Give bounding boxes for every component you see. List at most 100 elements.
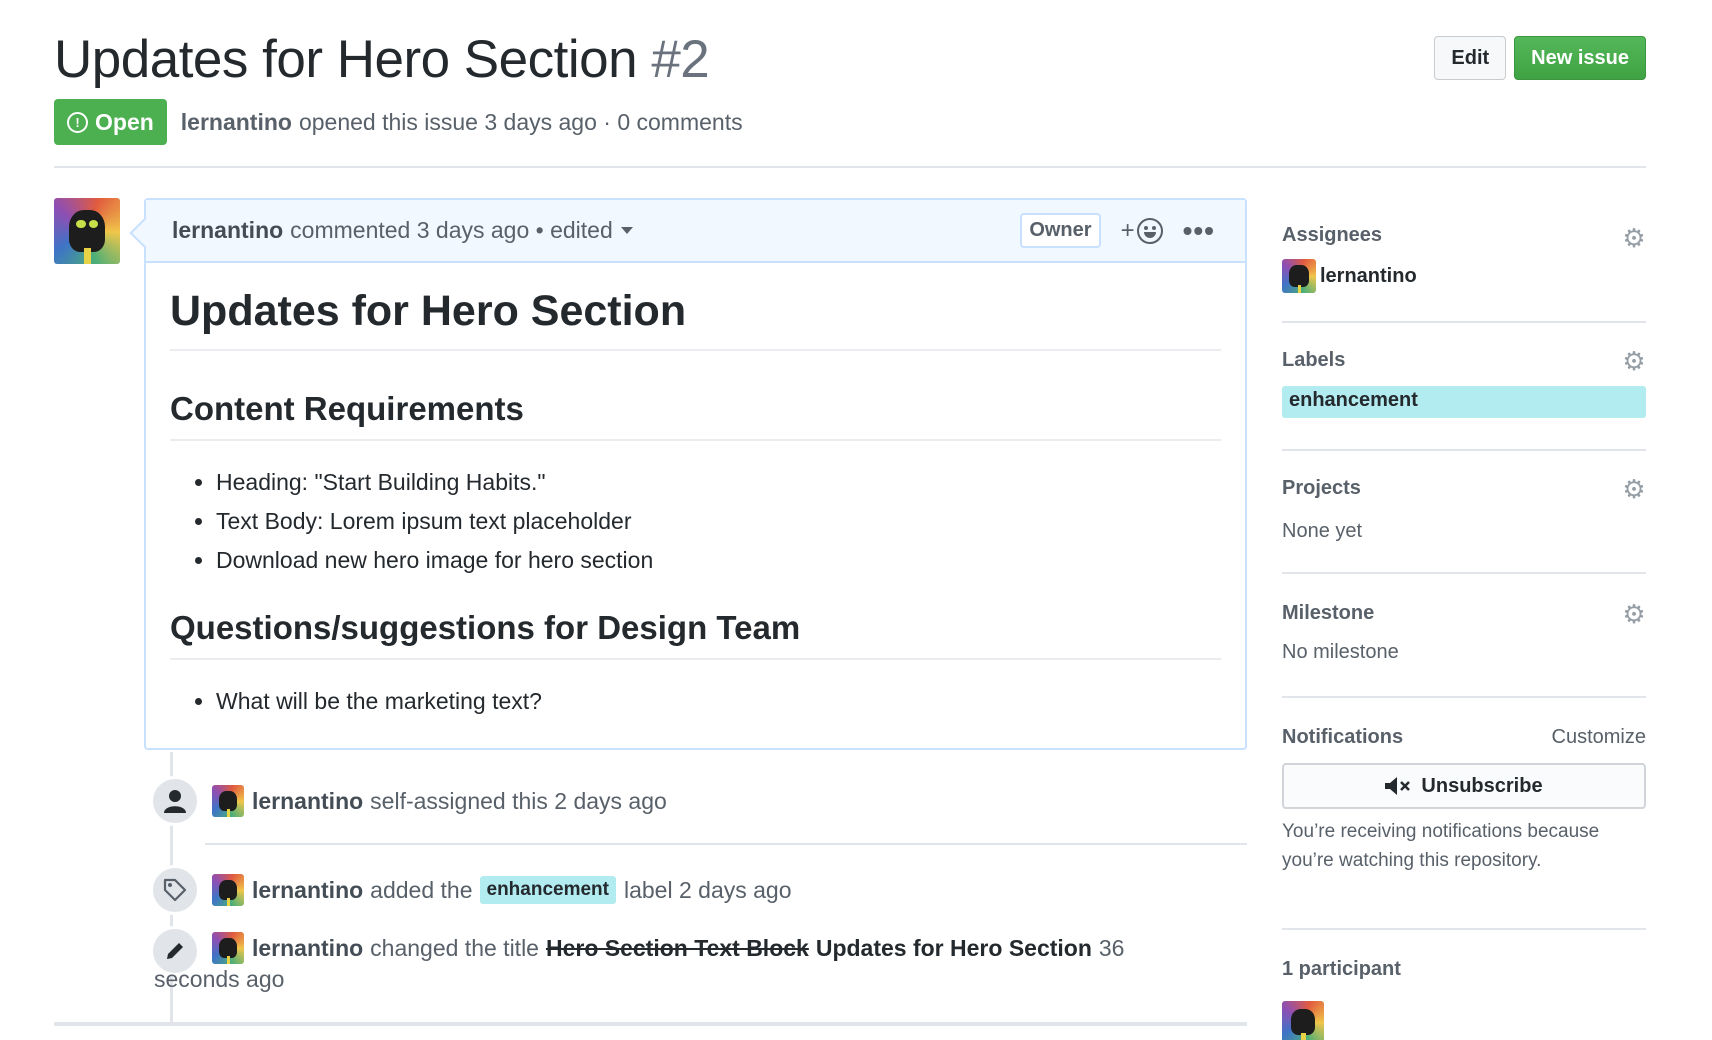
comment-header-actions: Owner + •••	[1020, 213, 1215, 248]
issue-opened-icon: !	[67, 111, 88, 133]
sidebar-projects: Projects ⚙ None yet	[1282, 451, 1646, 574]
sidebar-labels: Labels ⚙ enhancement	[1282, 323, 1646, 451]
milestone-value: No milestone	[1282, 641, 1399, 663]
timeline-bottom-rule	[54, 1022, 1247, 1026]
new-title: Updates for Hero Section	[815, 934, 1092, 961]
avatar[interactable]	[212, 932, 244, 964]
issue-meta-text: opened this issue 3 days ago · 0 comment…	[298, 108, 743, 135]
avatar[interactable]	[1282, 1001, 1324, 1040]
milestone-title[interactable]: Milestone	[1282, 602, 1646, 625]
questions-list: What will be the marketing text?	[170, 682, 1221, 721]
avatar[interactable]	[212, 785, 244, 817]
list-item: Text Body: Lorem ipsum text placeholder	[216, 502, 1221, 541]
projects-title[interactable]: Projects	[1282, 477, 1646, 500]
body-subheading-questions: Questions/suggestions for Design Team	[170, 608, 1221, 660]
edited-dropdown-caret-icon[interactable]	[620, 227, 633, 234]
list-item: Download new hero image for hero section	[216, 541, 1221, 580]
mute-icon	[1385, 777, 1411, 795]
avatar-cat-shape	[219, 879, 237, 901]
person-icon	[150, 776, 200, 826]
issue-number: #2	[651, 30, 710, 89]
new-issue-button[interactable]: New issue	[1514, 36, 1646, 80]
assignee-item[interactable]: lernantino	[1282, 259, 1646, 293]
body-subheading-requirements: Content Requirements	[170, 389, 1221, 441]
customize-link[interactable]: Customize	[1552, 726, 1646, 749]
issue-sidebar: Assignees ⚙ lernantino Labels ⚙ enhancem…	[1282, 198, 1646, 1040]
event-text: self-assigned this 2 days ago	[370, 787, 667, 814]
avatar-tie	[226, 809, 230, 817]
participants-title: 1 participant	[1282, 958, 1401, 980]
gear-icon[interactable]: ⚙	[1622, 601, 1646, 627]
labels-title[interactable]: Labels	[1282, 349, 1646, 372]
issue-title-text: Updates for Hero Section	[54, 30, 638, 89]
event-author-link[interactable]: lernantino	[252, 788, 363, 815]
enhancement-label[interactable]: enhancement	[1282, 386, 1646, 418]
list-item: What will be the marketing text?	[216, 682, 1221, 721]
smiley-icon	[1136, 217, 1163, 244]
sidebar-participants: 1 participant	[1282, 930, 1646, 1040]
avatar-cat-shape	[1291, 1008, 1315, 1036]
unsubscribe-button[interactable]: Unsubscribe	[1282, 763, 1646, 809]
old-title: Hero Section Text Block	[545, 934, 809, 961]
requirements-list: Heading: "Start Building Habits." Text B…	[170, 463, 1221, 580]
event-time: 36	[1098, 934, 1125, 961]
event-author-link[interactable]: lernantino	[252, 877, 363, 904]
rename-text-block: lernantino changed the title Hero Sectio…	[154, 926, 1124, 993]
comment-body: Updates for Hero Section Content Require…	[146, 263, 1245, 721]
issue-comment: lernantino commented 3 days ago • edited…	[144, 198, 1247, 750]
status-label: Open	[95, 108, 154, 135]
avatar-cat-shape	[68, 209, 106, 253]
comment-header: lernantino commented 3 days ago • edited…	[146, 200, 1245, 263]
avatar-tie	[1297, 284, 1302, 293]
pencil-icon-svg	[167, 943, 183, 959]
rename-line-1: lernantino changed the title Hero Sectio…	[212, 926, 1124, 970]
body-heading: Updates for Hero Section	[170, 285, 1221, 351]
assignees-title[interactable]: Assignees	[1282, 224, 1646, 247]
event-text-pre: added the	[370, 876, 473, 903]
comment-author-link[interactable]: lernantino	[172, 217, 283, 244]
avatar[interactable]	[212, 874, 244, 906]
edit-button[interactable]: Edit	[1434, 36, 1507, 80]
issue-author-link[interactable]: lernantino	[181, 109, 292, 136]
status-badge: ! Open	[54, 99, 167, 145]
issue-header: Updates for Hero Section #2 ! Open lerna…	[54, 30, 1646, 168]
add-reaction-button[interactable]: +	[1121, 217, 1163, 245]
timeline-event-labeled: lernantino added the enhancement label 2…	[150, 865, 792, 915]
assignee-name: lernantino	[1320, 264, 1417, 287]
comment-meta[interactable]: commented 3 days ago • edited	[290, 217, 613, 244]
event-time-cont: seconds ago	[154, 966, 285, 992]
unsubscribe-label: Unsubscribe	[1421, 774, 1543, 797]
list-item: Heading: "Start Building Habits."	[216, 463, 1221, 502]
gear-icon[interactable]: ⚙	[1622, 225, 1646, 251]
person-icon-svg	[164, 790, 186, 813]
sidebar-assignees: Assignees ⚙ lernantino	[1282, 198, 1646, 323]
more-options-icon[interactable]: •••	[1183, 216, 1215, 244]
avatar-cat-shape	[1289, 265, 1309, 287]
reaction-plus: +	[1120, 216, 1135, 244]
timeline-event-renamed: lernantino changed the title Hero Sectio…	[150, 926, 1124, 993]
owner-badge: Owner	[1020, 213, 1101, 248]
avatar[interactable]	[54, 198, 120, 264]
tag-icon	[150, 865, 200, 915]
gear-icon[interactable]: ⚙	[1622, 348, 1646, 374]
event-author-link[interactable]: lernantino	[252, 935, 363, 962]
avatar-tie	[226, 956, 230, 964]
issue-title: Updates for Hero Section #2	[54, 30, 1646, 90]
event-text-pre: changed the title	[370, 934, 539, 961]
avatar-tie	[226, 898, 230, 906]
event-text-post: label 2 days ago	[623, 876, 792, 903]
avatar-cat-shape	[219, 790, 237, 812]
projects-value: None yet	[1282, 520, 1363, 542]
avatar-cat-shape	[219, 937, 237, 959]
issue-meta: ! Open lernantino opened this issue 3 da…	[54, 99, 743, 145]
sidebar-notifications: Notifications Customize Unsubscribe You’…	[1282, 698, 1646, 930]
notifications-reason: You’re receiving notifications because y…	[1282, 821, 1600, 871]
avatar	[1282, 259, 1316, 293]
avatar-tie	[84, 248, 91, 264]
avatar-tie	[1301, 1032, 1306, 1040]
sidebar-milestone: Milestone ⚙ No milestone	[1282, 574, 1646, 698]
gear-icon[interactable]: ⚙	[1622, 476, 1646, 502]
timeline-event-assigned: lernantino self-assigned this 2 days ago	[150, 776, 667, 826]
timeline-divider	[205, 843, 1247, 845]
enhancement-label[interactable]: enhancement	[479, 876, 616, 904]
